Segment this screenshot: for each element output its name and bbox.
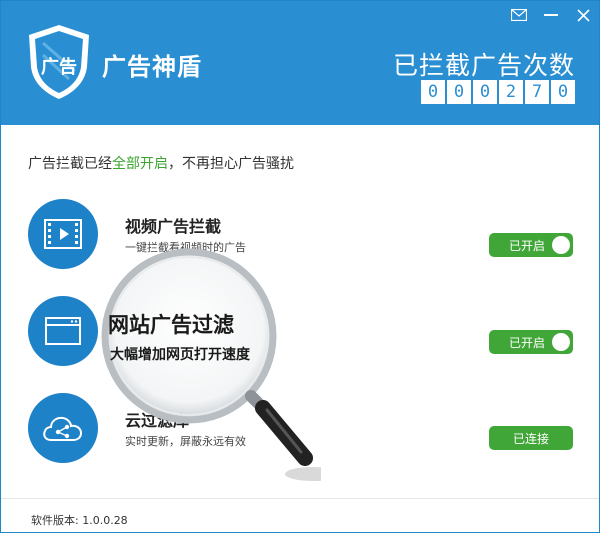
shield-logo: 广告 bbox=[25, 23, 93, 101]
counter-digit: 0 bbox=[447, 80, 471, 104]
cloud-share-icon bbox=[28, 393, 98, 463]
counter-label: 已拦截广告次数 bbox=[392, 51, 575, 80]
counter-digit: 0 bbox=[551, 80, 575, 104]
minimize-icon[interactable] bbox=[535, 1, 567, 29]
toggle-knob bbox=[552, 236, 570, 254]
counter-digit: 7 bbox=[525, 80, 549, 104]
counter-digit: 0 bbox=[421, 80, 445, 104]
feature-desc: 一键拦截看视频时的广告 bbox=[125, 241, 246, 254]
toggle-knob bbox=[552, 333, 570, 351]
counter-digit: 2 bbox=[499, 80, 523, 104]
status-prefix: 广告拦截已经 bbox=[28, 156, 112, 172]
feature-title: 网站广告过滤 bbox=[108, 313, 234, 337]
feature-title: 视频广告拦截 bbox=[125, 217, 222, 236]
video-icon bbox=[28, 199, 98, 269]
cloud-connect-button[interactable]: 已连接 bbox=[489, 426, 573, 450]
app-title: 广告神盾 bbox=[102, 53, 202, 81]
counter-digits: 0 0 0 2 7 0 bbox=[421, 80, 575, 104]
browser-window-icon bbox=[28, 296, 98, 366]
mail-icon[interactable] bbox=[503, 1, 535, 29]
web-ad-toggle[interactable]: 已开启 bbox=[489, 330, 573, 354]
close-icon[interactable] bbox=[567, 1, 599, 29]
app-window: 广告 广告神盾 已拦截广告次数 0 0 0 2 7 0 广告拦截已经全部开启，不… bbox=[0, 0, 600, 533]
counter-digit: 0 bbox=[473, 80, 497, 104]
footer-divider bbox=[1, 498, 599, 499]
window-controls bbox=[503, 1, 599, 29]
status-highlight: 全部开启 bbox=[112, 156, 168, 172]
toggle-label: 已开启 bbox=[509, 238, 546, 253]
status-line: 广告拦截已经全部开启，不再担心广告骚扰 bbox=[28, 153, 294, 173]
feature-desc: 实时更新，屏蔽永远有效 bbox=[125, 435, 246, 448]
logo-text: 广告 bbox=[41, 56, 77, 78]
toggle-label: 已开启 bbox=[509, 335, 546, 350]
feature-title: 云过滤库 bbox=[125, 411, 190, 430]
feature-desc: 大幅增加网页打开速度 bbox=[110, 347, 250, 363]
version-label: 软件版本: 1.0.0.28 bbox=[31, 514, 128, 527]
video-ad-toggle[interactable]: 已开启 bbox=[489, 233, 573, 257]
header: 广告 广告神盾 已拦截广告次数 0 0 0 2 7 0 bbox=[1, 1, 599, 125]
status-suffix: ，不再担心广告骚扰 bbox=[168, 156, 294, 172]
